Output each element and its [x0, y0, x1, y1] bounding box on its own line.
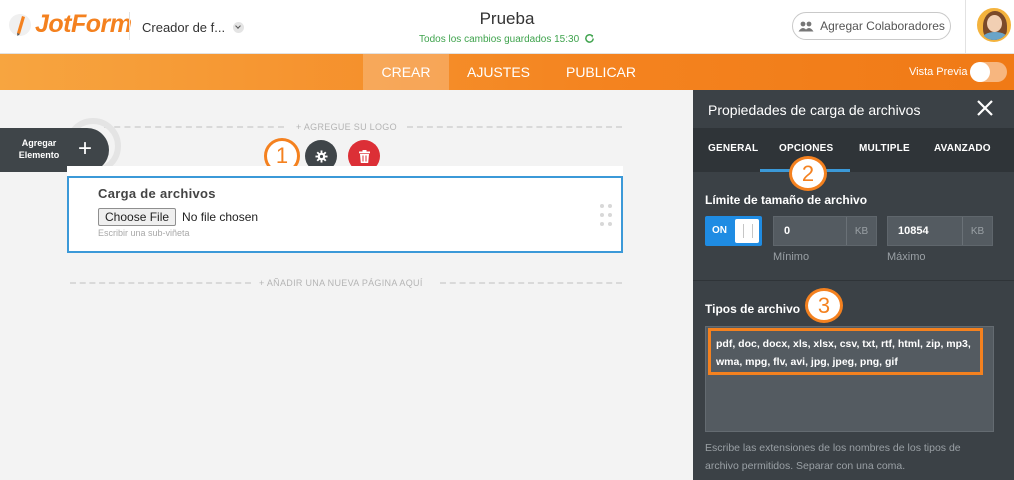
toggle-on-label: ON	[712, 225, 727, 236]
min-size-value: 0	[784, 225, 791, 237]
trash-icon	[358, 149, 370, 163]
panel-tabs: GENERAL OPCIONES MULTIPLE AVANZADO	[693, 128, 1014, 172]
add-collaborators-button[interactable]: Agregar Colaboradores	[792, 12, 951, 40]
field-label[interactable]: Carga de archivos	[98, 186, 216, 201]
field-top-strip	[67, 166, 623, 176]
newpage-dashline-left	[70, 282, 251, 284]
preview-label: Vista Previa	[909, 66, 968, 78]
panel-tab-avanzado[interactable]: AVANZADO	[934, 143, 991, 154]
gear-icon	[314, 149, 328, 163]
user-avatar[interactable]	[977, 8, 1011, 42]
field-sublabel[interactable]: Escribir una sub-viñeta	[98, 228, 190, 238]
tab-publicar[interactable]: PUBLICAR	[549, 54, 653, 90]
account-area	[965, 0, 1014, 54]
properties-panel: Propiedades de carga de archivos GENERAL…	[693, 90, 1014, 480]
file-status-text: No file chosen	[182, 210, 259, 224]
logo-dashline-left	[104, 126, 284, 128]
add-logo-hint[interactable]: + AGREGUE SU LOGO	[296, 122, 397, 132]
panel-tab-general[interactable]: GENERAL	[708, 143, 758, 154]
min-size-unit: KB	[846, 217, 876, 245]
add-new-page-hint[interactable]: + AÑADIR UNA NUEVA PÁGINA AQUÍ	[259, 278, 423, 288]
collab-label: Agregar Colaboradores	[820, 19, 945, 33]
file-types-title: Tipos de archivo	[705, 302, 801, 316]
tab-ajustes[interactable]: AJUSTES	[452, 54, 545, 90]
users-icon	[798, 21, 814, 31]
main-nav: CREAR AJUSTES PUBLICAR Vista Previa	[0, 54, 1014, 90]
panel-tab-opciones[interactable]: OPCIONES	[779, 143, 833, 154]
choose-file-button[interactable]: Choose File	[98, 208, 177, 226]
preview-toggle[interactable]	[970, 62, 1007, 82]
refresh-icon	[585, 34, 594, 43]
panel-title: Propiedades de carga de archivos	[708, 102, 921, 118]
size-limit-title: Límite de tamaño de archivo	[705, 193, 868, 207]
size-limit-toggle[interactable]: ON	[705, 216, 762, 246]
close-icon[interactable]	[975, 98, 995, 118]
drag-handle-icon[interactable]	[600, 204, 612, 228]
add-element-label: Agregar Elemento	[18, 138, 60, 160]
tab-crear[interactable]: CREAR	[363, 54, 449, 90]
save-status-text: Todos los cambios guardados 15:30	[419, 34, 580, 45]
max-size-value: 10854	[898, 225, 929, 237]
max-size-input[interactable]: 10854 KB	[887, 216, 993, 246]
annotation-2: 2	[789, 156, 827, 191]
file-types-highlight	[708, 328, 983, 375]
max-size-unit: KB	[962, 217, 992, 245]
top-header: JotForm Creador de f... Prueba Todos los…	[0, 0, 1014, 54]
file-upload-field[interactable]: Carga de archivos Choose File No file ch…	[67, 176, 623, 253]
logo-dashline-right	[407, 126, 622, 128]
file-input-row: Choose File No file chosen	[98, 208, 258, 226]
panel-tab-multiple[interactable]: MULTIPLE	[859, 143, 910, 154]
min-size-caption: Mínimo	[773, 251, 810, 263]
newpage-dashline-right	[440, 282, 622, 284]
section-divider	[693, 280, 1014, 281]
toggle-handle	[735, 219, 759, 243]
max-size-caption: Máximo	[887, 251, 926, 263]
file-types-help: Escribe las extensiones de los nombres d…	[705, 442, 961, 472]
plus-icon: +	[78, 135, 93, 162]
min-size-input[interactable]: 0 KB	[773, 216, 877, 246]
annotation-3: 3	[805, 288, 843, 323]
